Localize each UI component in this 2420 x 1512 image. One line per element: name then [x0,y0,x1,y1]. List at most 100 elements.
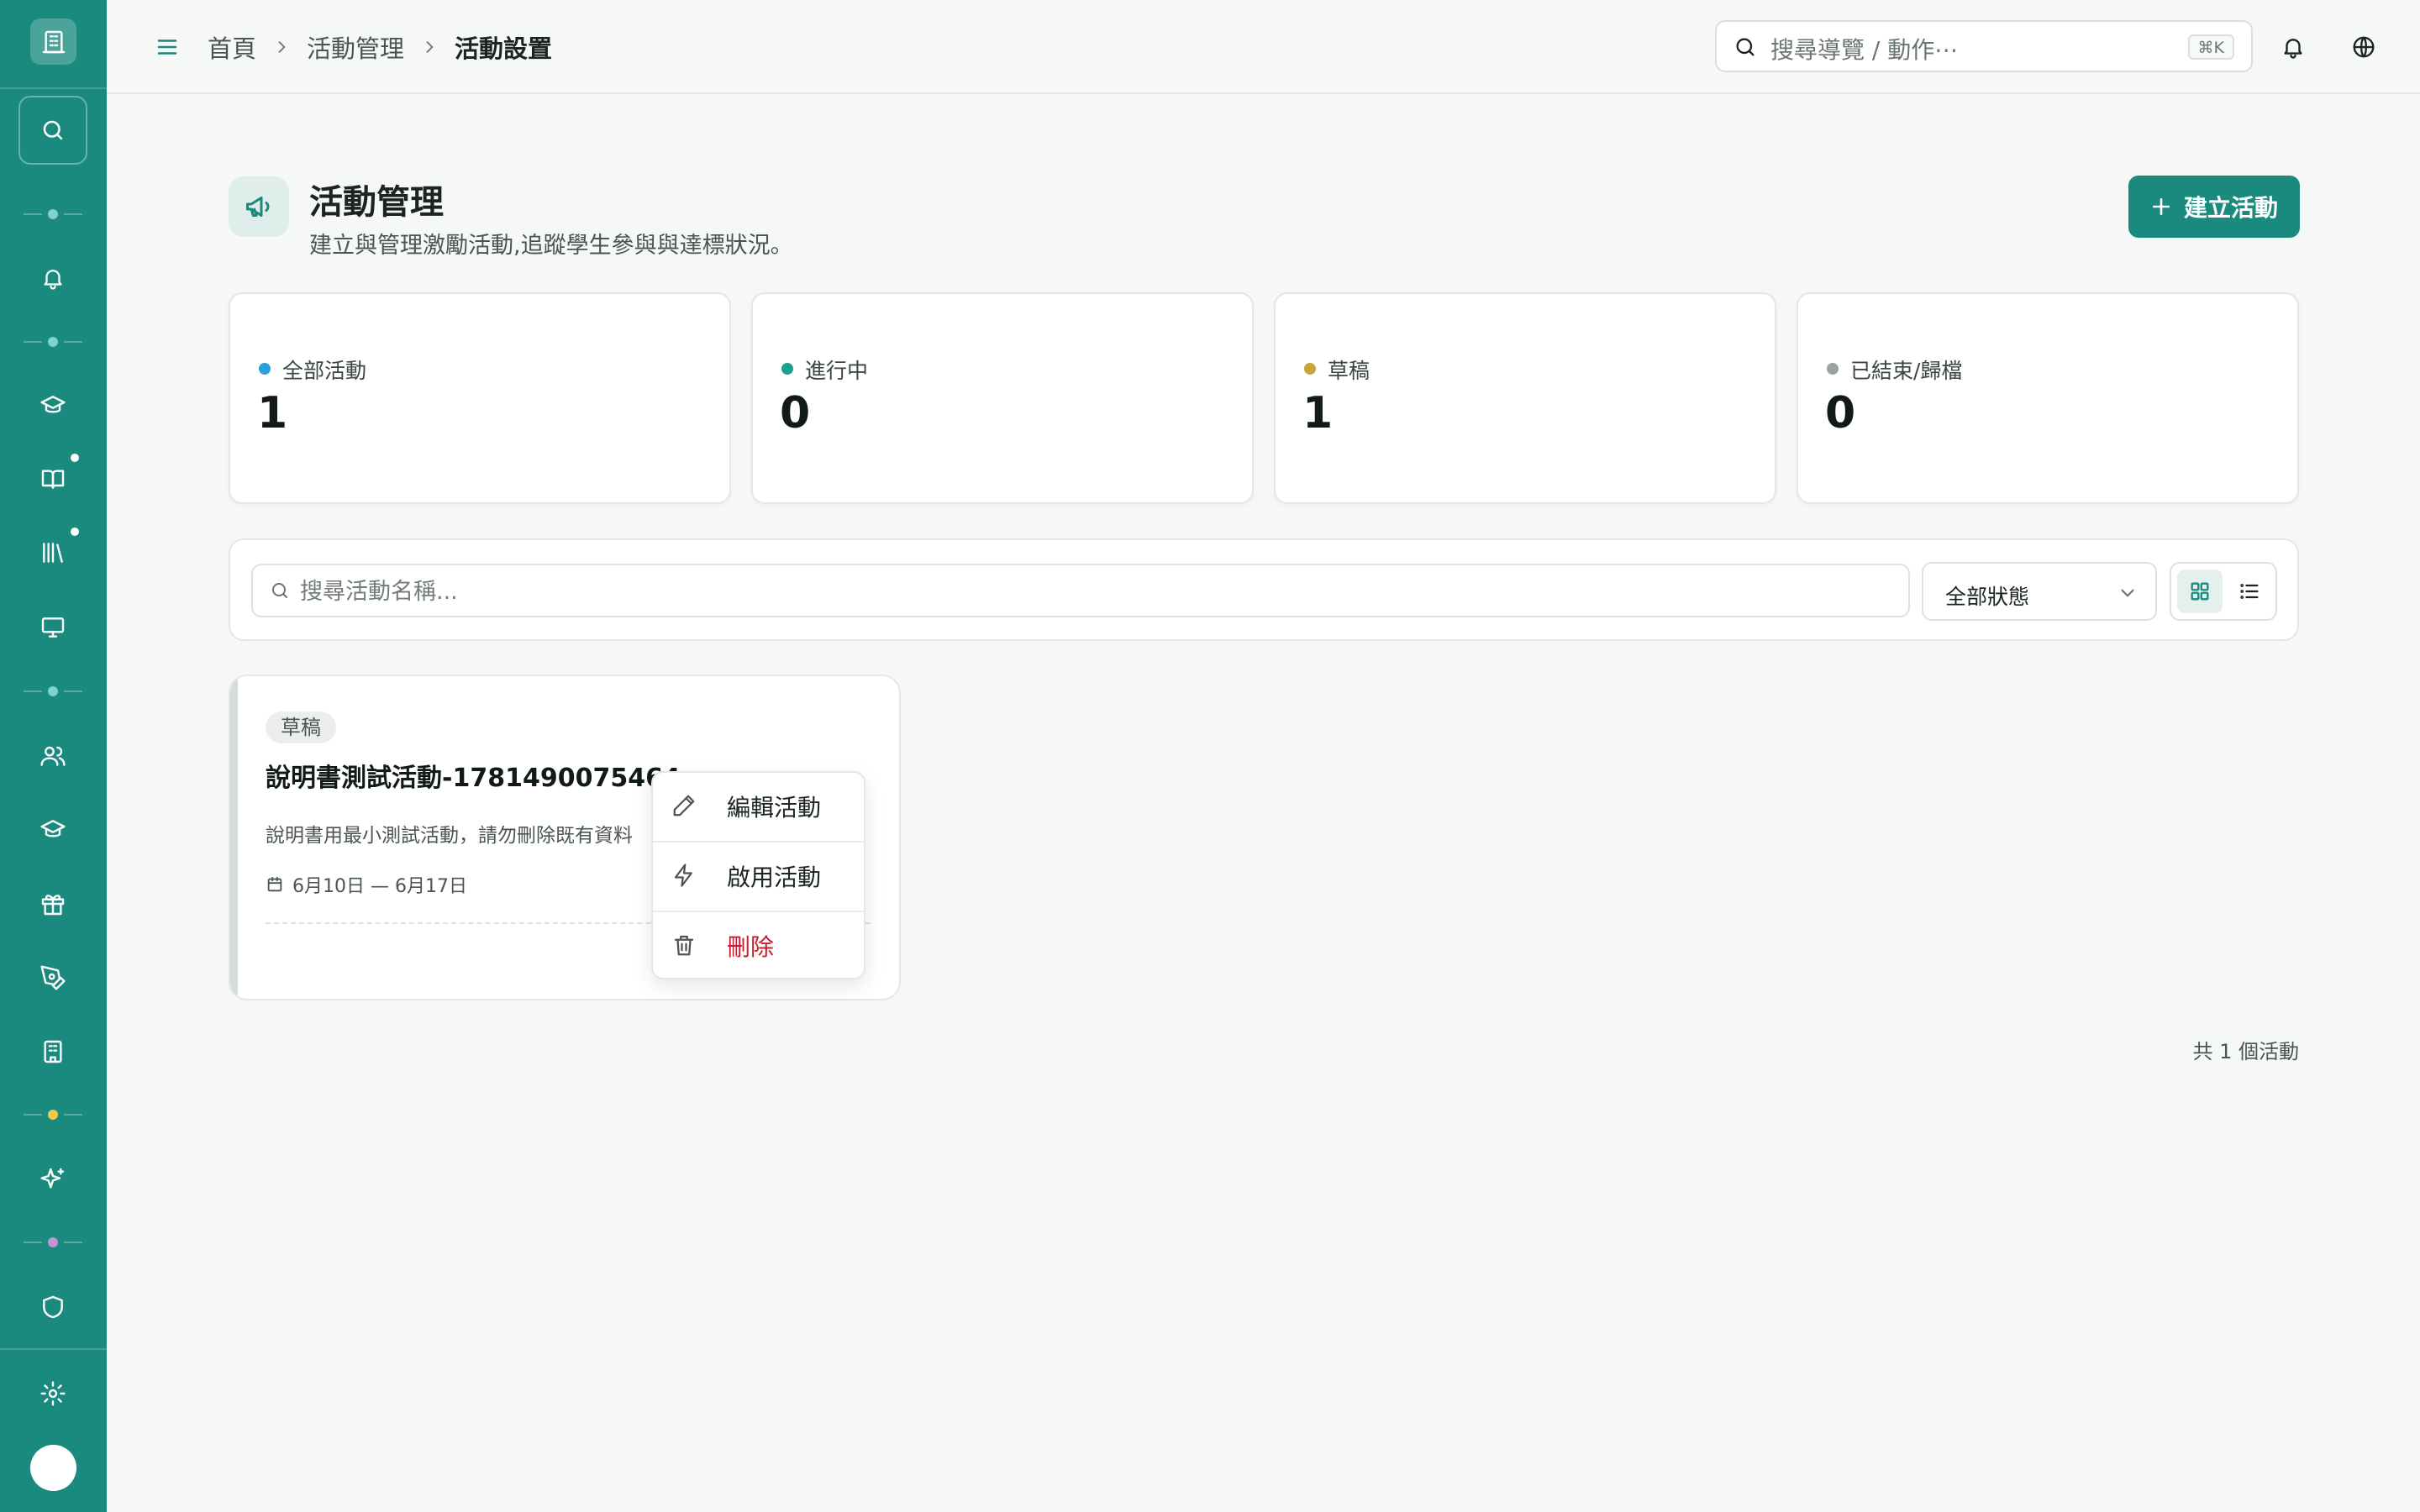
library-icon [39,539,66,566]
sidebar-item-security[interactable] [32,1286,74,1328]
global-search-placeholder: 搜尋導覽 / 動作⋯ [1770,36,1959,64]
grid-view-button[interactable] [2177,570,2223,613]
sidebar-separator [24,209,82,219]
menu-item-label: 啟用活動 [727,864,822,891]
status-badge: 草稿 [266,711,336,743]
stat-card-ended: 已結束/歸檔 0 [1797,292,2299,504]
activity-title: 說明書測試活動-1781490075464 [266,764,681,793]
sidebar-item-settings[interactable] [32,1373,74,1415]
search-icon [40,118,66,143]
activity-search-input[interactable] [298,572,1881,611]
notification-dot [71,454,79,462]
sidebar-separator [24,337,82,347]
book-icon [39,465,66,492]
sidebar-item-ai[interactable] [32,1158,74,1200]
notification-dot [71,528,79,536]
search-icon [270,580,290,601]
activity-context-menu: 編輯活動 啟用活動 刪除 [651,771,865,979]
building-logo-icon [40,29,67,55]
stat-label: 進行中 [805,359,869,383]
menu-item-label: 刪除 [727,933,775,961]
breadcrumb-activity-management[interactable]: 活動管理 [307,29,404,65]
shield-icon [39,1294,66,1320]
plus-icon [2150,196,2184,218]
stat-value: 1 [1302,388,1334,438]
date-range-text: 6月10日 — 6月17日 [292,876,467,897]
menu-item-label: 編輯活動 [727,794,822,822]
sidebar-item-notifications[interactable] [32,257,74,299]
stat-label: 已結束/歸檔 [1850,359,1963,383]
sidebar-item-library[interactable] [32,532,74,574]
bell-icon [2281,34,2306,60]
page-title: 活動管理 [309,183,444,222]
filter-bar: 全部狀態 [229,538,2299,641]
avatar[interactable] [30,1445,76,1491]
page-subtitle: 建立與管理激勵活動,追蹤學生參與與達標狀況。 [309,233,793,259]
status-select[interactable]: 全部狀態 [1922,562,2157,621]
status-dot [1304,363,1316,375]
create-activity-label: 建立活動 [2183,194,2278,222]
calendar-icon [266,875,292,894]
sidebar-item-school[interactable] [32,1031,74,1073]
card-accent-bar [230,676,238,999]
stat-value: 0 [780,388,811,438]
monitor-icon [39,614,66,641]
page-icon [229,176,289,237]
graduation-cap-icon [39,816,66,843]
building-icon [39,1038,66,1065]
sparkles-icon [39,1166,66,1193]
menu-item-edit-activity[interactable]: 編輯活動 [653,773,864,840]
activity-date-range: 6月10日 — 6月17日 [266,871,467,898]
breadcrumb: 首頁 活動管理 活動設置 [208,29,552,66]
gift-icon [39,890,66,917]
list-icon [2238,580,2261,603]
users-icon [39,743,66,769]
stat-value: 0 [1825,388,1856,438]
settings-icon [39,1380,66,1407]
create-activity-button[interactable]: 建立活動 [2128,176,2300,238]
activity-description: 說明書用最小測試活動，請勿刪除既有資料 [266,825,633,847]
graduation-cap-icon [39,392,66,419]
stat-label: 全部活動 [282,359,367,383]
sidebar-item-rewards[interactable] [32,883,74,925]
sidebar-item-classroom[interactable] [32,606,74,648]
grid-icon [2188,580,2212,603]
notifications-button[interactable] [2271,25,2315,69]
stat-card-all: 全部活動 1 [229,292,731,504]
global-search-input[interactable]: 搜尋導覽 / 動作⋯ ⌘K [1715,20,2253,72]
sidebar-item-books[interactable] [32,458,74,500]
menu-toggle-button[interactable] [147,27,187,67]
sidebar [0,0,107,1512]
sidebar-item-design[interactable] [32,957,74,999]
menu-item-enable-activity[interactable]: 啟用活動 [653,843,864,910]
chevron-right-icon [421,39,438,55]
menu-item-delete[interactable]: 刪除 [653,912,864,979]
sidebar-divider [0,87,107,89]
status-dot [781,363,793,375]
top-header: 首頁 活動管理 活動設置 搜尋導覽 / 動作⋯ ⌘K [107,0,2420,94]
status-dot [1827,363,1839,375]
status-dot [259,363,271,375]
sidebar-separator [24,1110,82,1120]
sidebar-divider [0,1348,107,1350]
language-button[interactable] [2342,25,2386,69]
pencil-icon [671,793,697,818]
sidebar-item-students[interactable] [32,809,74,851]
app-logo[interactable] [30,18,76,65]
search-icon [1733,35,1757,59]
list-view-button[interactable] [2227,570,2272,613]
activity-search-field[interactable] [251,564,1910,617]
total-count: 共 1 個活動 [2192,1040,2299,1063]
stat-card-draft: 草稿 1 [1274,292,1776,504]
trash-icon [671,932,697,958]
stat-label: 草稿 [1328,359,1370,383]
breadcrumb-home[interactable]: 首頁 [208,29,256,65]
keyboard-shortcut-badge: ⌘K [2187,34,2234,60]
sidebar-item-courses[interactable] [32,385,74,427]
sidebar-search-button[interactable] [18,96,87,165]
stat-value: 1 [257,388,288,438]
sidebar-separator [24,686,82,696]
status-select-value: 全部狀態 [1945,585,2030,609]
chevron-right-icon [273,39,290,55]
sidebar-item-users[interactable] [32,735,74,777]
